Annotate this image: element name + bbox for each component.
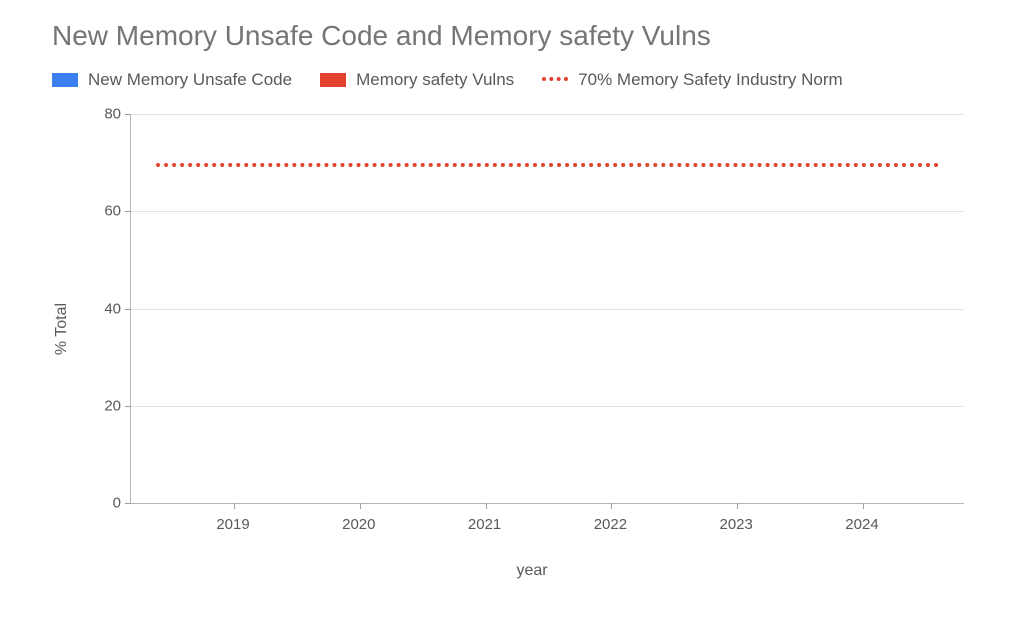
- y-tick-mark: [125, 309, 131, 310]
- y-tick-label: 80: [81, 106, 121, 123]
- x-labels: 2019 2020 2021 2022 2023 2024: [191, 516, 904, 533]
- y-tick-mark: [125, 211, 131, 212]
- y-tick-mark: [125, 406, 131, 407]
- legend-label: 70% Memory Safety Industry Norm: [578, 70, 843, 90]
- grid-line: [131, 309, 964, 310]
- y-tick-label: 0: [81, 495, 121, 512]
- y-tick-label: 60: [81, 203, 121, 220]
- grid-line: [131, 406, 964, 407]
- x-tick-mark: [234, 503, 235, 509]
- x-tick-mark: [611, 503, 612, 509]
- y-tick-label: 20: [81, 397, 121, 414]
- legend: New Memory Unsafe Code Memory safety Vul…: [52, 70, 994, 90]
- plot-outer: % Total 201920202021202220232024 0204060…: [100, 114, 964, 544]
- x-tick-label: 2024: [820, 516, 904, 533]
- x-tick-label: 2021: [443, 516, 527, 533]
- x-tick-mark: [486, 503, 487, 509]
- y-tick-mark: [125, 114, 131, 115]
- legend-swatch-blue: [52, 73, 78, 87]
- x-tick-label: 2022: [568, 516, 652, 533]
- grid-line: [131, 114, 964, 115]
- x-tick-label: 2023: [694, 516, 778, 533]
- y-tick-label: 40: [81, 300, 121, 317]
- x-tick-mark: [360, 503, 361, 509]
- legend-label: New Memory Unsafe Code: [88, 70, 292, 90]
- grid-line: [131, 211, 964, 212]
- legend-item-series-0: New Memory Unsafe Code: [52, 70, 292, 90]
- plot-area: 201920202021202220232024 020406080: [130, 114, 964, 504]
- x-tick-mark: [863, 503, 864, 509]
- legend-swatch-red: [320, 73, 346, 87]
- legend-swatch-dotted: [542, 77, 568, 83]
- chart-container: New Memory Unsafe Code and Memory safety…: [0, 0, 1024, 633]
- x-tick-label: 2020: [317, 516, 401, 533]
- legend-item-series-1: Memory safety Vulns: [320, 70, 514, 90]
- chart-title: New Memory Unsafe Code and Memory safety…: [52, 20, 994, 52]
- y-tick-mark: [125, 503, 131, 504]
- x-axis-label: year: [100, 562, 964, 580]
- legend-label: Memory safety Vulns: [356, 70, 514, 90]
- legend-item-reference-line: 70% Memory Safety Industry Norm: [542, 70, 843, 90]
- x-tick-label: 2019: [191, 516, 275, 533]
- y-axis-label: % Total: [53, 303, 71, 355]
- reference-line: [156, 163, 939, 167]
- x-tick-mark: [737, 503, 738, 509]
